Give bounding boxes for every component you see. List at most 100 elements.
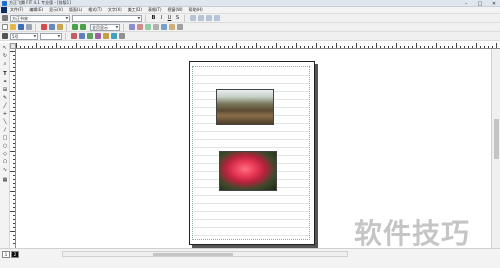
horizontal-ruler[interactable] xyxy=(10,43,500,49)
menu-layout[interactable]: 版面(L) xyxy=(69,7,82,13)
paste-icon[interactable] xyxy=(57,24,63,30)
menu-view[interactable]: 显示(V) xyxy=(49,7,63,13)
ruler-tick xyxy=(100,46,101,48)
image-icon[interactable] xyxy=(145,24,151,30)
flower-photo[interactable] xyxy=(219,151,277,191)
color-icon[interactable] xyxy=(137,24,143,30)
watermark-text: 软件技巧 xyxy=(354,217,471,250)
menu-table[interactable]: 表格(T) xyxy=(148,7,162,13)
slash-tool-icon[interactable]: ∕ xyxy=(2,127,8,133)
document-menu-icon[interactable] xyxy=(1,7,7,13)
menu-file[interactable]: 文件(F) xyxy=(10,7,23,13)
new-file-icon[interactable] xyxy=(2,24,8,30)
menu-format[interactable]: 格式(T) xyxy=(88,7,102,13)
pointer-tool-icon[interactable]: ↖ xyxy=(2,45,8,51)
underline-button[interactable]: U xyxy=(166,15,173,21)
shadow-icon[interactable] xyxy=(87,33,93,39)
align-left-icon[interactable] xyxy=(190,15,196,21)
ruler-tick xyxy=(13,135,15,136)
diagonal-tool-icon[interactable]: ╲ xyxy=(2,119,8,125)
ruler-tick xyxy=(172,46,173,48)
help-icon[interactable] xyxy=(177,24,183,30)
ruler-tick xyxy=(188,46,189,48)
curve-tool-icon[interactable]: ∿ xyxy=(2,167,8,173)
menu-help[interactable]: 帮助(H) xyxy=(189,7,203,13)
layer-icon[interactable] xyxy=(129,24,135,30)
italic-button[interactable]: I xyxy=(158,15,165,21)
link-tool-icon[interactable]: ⚭ xyxy=(2,79,8,85)
zoom-select[interactable]: 全页显示 ▼ xyxy=(90,23,120,31)
ruler-tick xyxy=(160,46,161,48)
save-icon[interactable] xyxy=(18,24,24,30)
highlight-icon[interactable] xyxy=(103,33,109,39)
close-button[interactable]: ✕ xyxy=(490,1,498,7)
document-page[interactable] xyxy=(189,61,315,245)
diamond-tool-icon[interactable]: ◇ xyxy=(2,151,8,157)
guide-icon[interactable] xyxy=(169,24,175,30)
justify-icon[interactable] xyxy=(214,15,220,21)
font-cn-select[interactable]: 方正书宋 ▼ xyxy=(10,14,70,22)
ruler-tick xyxy=(128,46,129,48)
undo-icon[interactable] xyxy=(72,24,78,30)
vertical-scroll-thumb[interactable] xyxy=(494,119,499,159)
ruler-tick xyxy=(52,46,53,48)
text-color-icon[interactable] xyxy=(71,33,77,39)
ruler-tick xyxy=(440,46,441,48)
menu-text[interactable]: 文字(X) xyxy=(108,7,122,13)
chevron-down-icon: ▼ xyxy=(115,24,118,29)
open-folder-icon[interactable] xyxy=(10,24,16,30)
ruler-tick xyxy=(10,51,15,52)
font-en-select[interactable]: ▼ xyxy=(72,14,142,22)
forest-photo[interactable] xyxy=(216,89,274,125)
kerning-icon[interactable] xyxy=(119,33,125,39)
ruler-tick xyxy=(64,46,65,48)
ruler-tick xyxy=(136,43,137,48)
menu-edit[interactable]: 编辑(E) xyxy=(29,7,43,13)
spacing-icon[interactable] xyxy=(111,33,117,39)
redo-icon[interactable] xyxy=(80,24,86,30)
align-right-icon[interactable] xyxy=(206,15,212,21)
page-tab-2[interactable]: 2 xyxy=(11,251,19,258)
page-tab-1[interactable]: 1 xyxy=(2,251,10,258)
pen-tool-icon[interactable]: ✎ xyxy=(2,95,8,101)
font-size2-select[interactable]: ▼ xyxy=(40,32,62,40)
vertical-scrollbar[interactable] xyxy=(491,49,500,249)
zoom-tool-icon[interactable]: ⌕ xyxy=(2,61,8,67)
ruler-tick xyxy=(488,46,489,48)
vertical-ruler[interactable] xyxy=(10,49,16,249)
maximize-button[interactable]: □ xyxy=(476,1,484,7)
menu-art[interactable]: 美工(D) xyxy=(128,7,142,13)
page-navigator: 1 2 xyxy=(2,251,19,258)
print-icon[interactable] xyxy=(26,24,32,30)
outline-icon[interactable] xyxy=(79,33,85,39)
ruler-tick xyxy=(336,43,337,48)
bold-button[interactable]: B xyxy=(150,15,157,21)
image-frame-tool-icon[interactable]: ▦ xyxy=(2,177,8,183)
ruler-tick xyxy=(48,46,49,48)
link-icon[interactable] xyxy=(153,24,159,30)
ruler-tick xyxy=(296,43,297,48)
horizontal-scroll-thumb[interactable] xyxy=(153,253,233,256)
cross-tool-icon[interactable]: + xyxy=(2,111,8,117)
ellipse-tool-icon[interactable]: ○ xyxy=(2,143,8,149)
grid-icon[interactable] xyxy=(161,24,167,30)
strike-button[interactable]: S xyxy=(174,15,181,21)
menu-window[interactable]: 视窗(W) xyxy=(168,7,183,13)
rotate-tool-icon[interactable]: ↻ xyxy=(2,53,8,59)
ruler-tick xyxy=(344,46,345,48)
effect-icon[interactable] xyxy=(95,33,101,39)
table-tool-icon[interactable]: ⊞ xyxy=(2,87,8,93)
ruler-tick xyxy=(40,46,41,48)
polygon-tool-icon[interactable]: ⬠ xyxy=(2,159,8,165)
line-tool-icon[interactable]: ╱ xyxy=(2,103,8,109)
minimize-button[interactable]: – xyxy=(462,1,470,7)
text-tool-icon[interactable]: T xyxy=(2,71,8,77)
font-size-select[interactable]: 5号 ▼ xyxy=(10,32,38,40)
rectangle-tool-icon[interactable]: □ xyxy=(2,135,8,141)
copy-icon[interactable] xyxy=(49,24,55,30)
horizontal-scrollbar[interactable] xyxy=(62,251,348,257)
cut-icon[interactable] xyxy=(41,24,47,30)
ruler-tick xyxy=(76,43,77,48)
ruler-origin[interactable] xyxy=(10,43,16,49)
align-center-icon[interactable] xyxy=(198,15,204,21)
